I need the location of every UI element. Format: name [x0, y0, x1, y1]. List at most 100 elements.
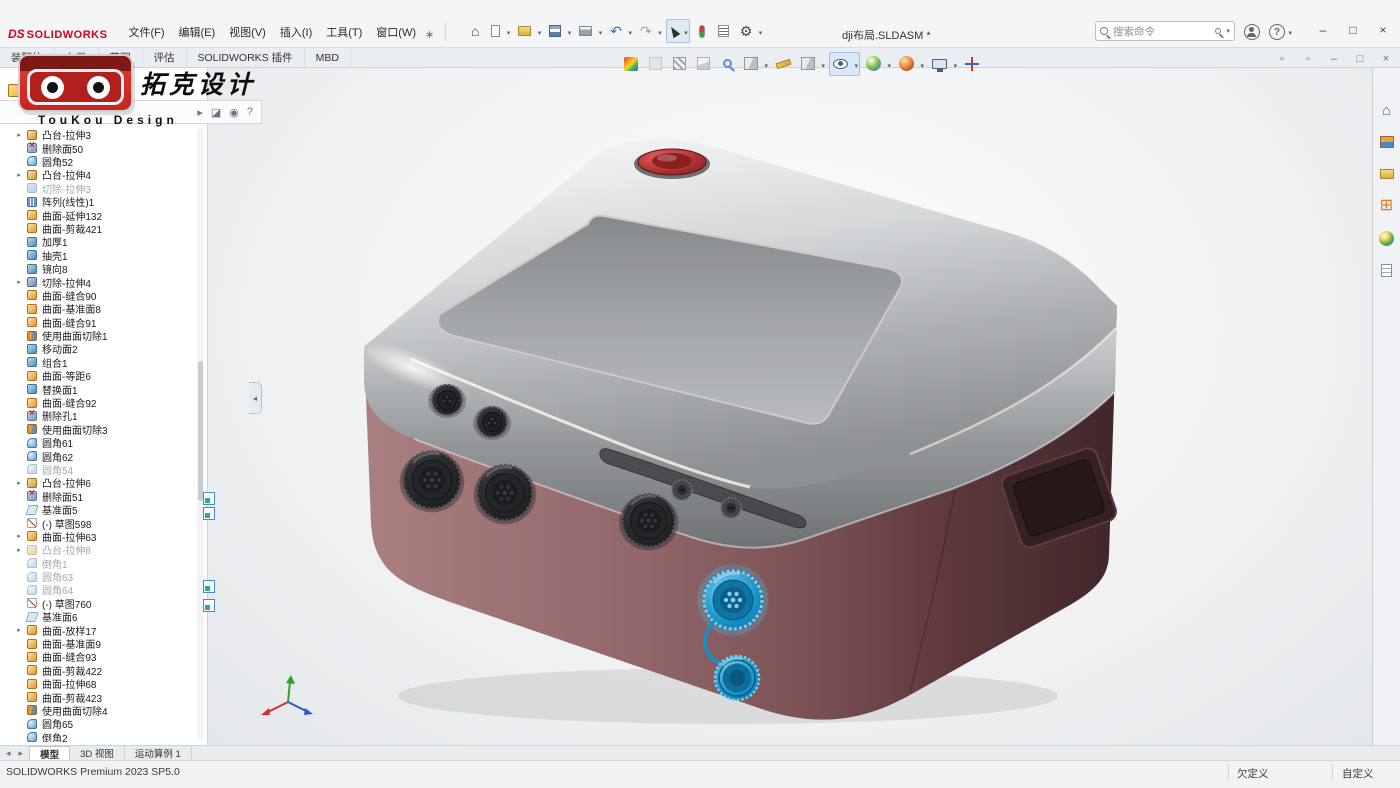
search-command-box[interactable]: 搜索命令 ▾ [1095, 21, 1235, 41]
menu-item[interactable]: 插入(I) [273, 21, 319, 43]
feature-tree-item[interactable]: 倒角2 [0, 731, 196, 742]
feature-tree-item[interactable]: 删除孔1 [0, 409, 196, 422]
expand-arrow-icon[interactable] [14, 171, 24, 179]
tab-scroll-left-icon[interactable]: ◂ [4, 748, 13, 759]
connector-cap[interactable] [715, 656, 759, 700]
feature-tree-item[interactable]: 圆角65 [0, 717, 196, 730]
feature-tree-item[interactable]: 曲面-缝合90 [0, 289, 196, 302]
rebuild-stoplight-icon[interactable] [692, 19, 712, 43]
close-button[interactable]: × [1368, 19, 1398, 41]
toolbox-icon[interactable]: ⊞ [1376, 196, 1398, 216]
measure-icon[interactable] [772, 52, 795, 76]
feature-tree-item[interactable]: 删除面51 [0, 490, 196, 503]
feature-tree-item[interactable]: 圆角63 [0, 570, 196, 583]
annotation-view-icon[interactable] [692, 52, 714, 76]
menu-item[interactable]: 窗口(W) [369, 21, 423, 43]
custom-properties-icon[interactable] [1376, 260, 1398, 280]
design-library-icon[interactable] [1376, 132, 1398, 152]
feature-tree-item[interactable]: 曲面-延伸132 [0, 208, 196, 221]
feature-tree-item[interactable]: 曲面-缝合91 [0, 315, 196, 328]
menu-item[interactable]: 编辑(E) [172, 21, 223, 43]
feature-tree-item[interactable]: 切除-拉伸3 [0, 182, 196, 195]
selected-connector[interactable] [700, 567, 766, 633]
user-account-icon[interactable] [1244, 24, 1260, 40]
feature-tree-item[interactable]: 圆角54 [0, 463, 196, 476]
menu-item[interactable]: 文件(F) [121, 21, 171, 43]
feature-tree-item[interactable]: 曲面-剪裁423 [0, 690, 196, 703]
feature-tree-item[interactable]: 替换面1 [0, 382, 196, 395]
feature-tree-item[interactable]: 抽壳1 [0, 249, 196, 262]
doc-close-icon[interactable]: × [1378, 53, 1394, 65]
feature-tree-item[interactable]: 曲面-放样17 [0, 623, 196, 636]
expand-arrow-icon[interactable] [14, 131, 24, 139]
edit-appearance-icon[interactable] [620, 52, 642, 76]
tab-scroll-right-icon[interactable]: ▸ [17, 748, 26, 759]
expand-arrow-icon[interactable] [14, 532, 24, 540]
view-settings-icon[interactable] [928, 52, 959, 76]
feature-tree-item[interactable]: 圆角64 [0, 583, 196, 596]
feature-tree-item[interactable]: (-) 草图760 [0, 597, 196, 610]
thumbscrew-2[interactable] [721, 498, 741, 518]
minimize-button[interactable]: – [1308, 19, 1338, 41]
model-viewport-svg[interactable] [208, 68, 1372, 745]
home-icon[interactable]: ⌂ [465, 19, 485, 43]
feature-tree-item[interactable]: 曲面-剪裁422 [0, 664, 196, 677]
viewport-pane-icon[interactable]: ▫ [1274, 53, 1290, 65]
document-tab[interactable]: 运动算例 1 [125, 746, 192, 760]
feature-tree-item[interactable]: 圆角62 [0, 449, 196, 462]
feature-tree-item[interactable]: 曲面-缝合93 [0, 650, 196, 663]
appearances-icon[interactable] [862, 52, 893, 76]
search-scope-icon[interactable] [1215, 28, 1221, 34]
feature-tree-item[interactable]: 镜向8 [0, 262, 196, 275]
help-icon[interactable]: ? [1269, 24, 1285, 40]
scrollbar-thumb[interactable] [198, 361, 203, 502]
feature-tree-scrollbar[interactable] [197, 128, 204, 740]
feature-tree-item[interactable]: 切除-拉伸4 [0, 275, 196, 288]
appearances-scenes-icon[interactable] [1376, 228, 1398, 248]
file-properties-icon[interactable] [714, 19, 734, 43]
connector-1[interactable] [400, 452, 465, 513]
feature-tree-item[interactable]: 曲面-剪裁421 [0, 222, 196, 235]
undo-icon[interactable]: ↶ [606, 19, 634, 43]
redo-icon[interactable]: ↷ [636, 19, 664, 43]
document-tab[interactable]: 3D 视图 [70, 746, 125, 760]
3d-drawing-icon[interactable] [961, 52, 983, 76]
top-button[interactable] [634, 149, 710, 179]
feature-tree-item[interactable]: 基准面6 [0, 610, 196, 623]
feature-tree-item[interactable]: 组合1 [0, 356, 196, 369]
menu-item[interactable]: 工具(T) [319, 21, 369, 43]
open-icon[interactable] [514, 19, 543, 43]
restore-button[interactable]: □ [1338, 19, 1368, 41]
scene-icon[interactable] [895, 52, 926, 76]
options-gear-icon[interactable]: ⚙ [736, 19, 765, 43]
display-style-icon[interactable] [797, 52, 827, 76]
expand-arrow-icon[interactable] [14, 546, 24, 554]
feature-tree-item[interactable]: 阵列(线性)1 [0, 195, 196, 208]
feature-tree-item[interactable]: 曲面-等距6 [0, 369, 196, 382]
new-document-icon[interactable] [487, 19, 512, 43]
feature-tree-item[interactable]: 移动面2 [0, 342, 196, 355]
panel-collapse-handle[interactable] [249, 382, 262, 414]
menu-item[interactable]: 视图(V) [222, 21, 273, 43]
thumbscrew-1[interactable] [672, 480, 692, 500]
feature-tree-item[interactable]: 曲面-拉伸63 [0, 530, 196, 543]
feature-tree-item[interactable]: 使用曲面切除1 [0, 329, 196, 342]
file-explorer-icon[interactable] [1376, 164, 1398, 184]
select-cursor-icon[interactable] [666, 19, 690, 43]
menu-pin-icon[interactable]: ∗ [423, 28, 440, 43]
feature-tree-item[interactable]: 曲面-拉伸68 [0, 677, 196, 690]
expand-arrow-icon[interactable] [14, 278, 24, 286]
viewport-pane2-icon[interactable]: ▫ [1300, 53, 1316, 65]
feature-tree-item[interactable]: 曲面-基准面9 [0, 637, 196, 650]
doc-minimize-icon[interactable]: – [1326, 53, 1342, 65]
feature-tree-item[interactable]: 曲面-基准面8 [0, 302, 196, 315]
feature-tree-item[interactable]: 使用曲面切除3 [0, 423, 196, 436]
view-orientation-icon[interactable] [740, 52, 770, 76]
small-connector[interactable] [428, 384, 466, 418]
search-caret-icon[interactable]: ▾ [1226, 27, 1230, 35]
doc-restore-icon[interactable]: □ [1352, 53, 1368, 65]
print-icon[interactable] [575, 19, 604, 43]
task-home-icon[interactable]: ⌂ [1376, 100, 1398, 120]
feature-tree-item[interactable]: 倒角1 [0, 557, 196, 570]
feature-tree-item[interactable]: 基准面5 [0, 503, 196, 516]
